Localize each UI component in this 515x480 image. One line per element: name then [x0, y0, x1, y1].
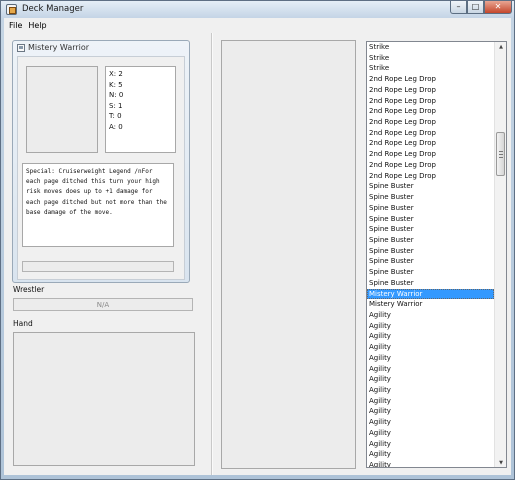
list-item[interactable]: 2nd Rope Leg Drop	[367, 128, 494, 139]
vertical-scrollbar[interactable]: ▲ ▼	[494, 42, 506, 467]
list-item[interactable]: Strike	[367, 63, 494, 74]
list-item[interactable]: Spine Buster	[367, 256, 494, 267]
list-item[interactable]: 2nd Rope Leg Drop	[367, 160, 494, 171]
wrestler-field: N/A	[13, 298, 193, 311]
main-content: Mistery Warrior X: 2 K: 5 N: 0 S: 1 T: 0 A: 0…	[4, 33, 511, 475]
thumb-grip-line	[499, 151, 503, 152]
list-item[interactable]: Agility	[367, 342, 494, 353]
deck-list[interactable]: Strike Strike Strike 2nd Rope Leg Drop 2nd R…	[366, 41, 507, 468]
list-item[interactable]: Spine Buster	[367, 214, 494, 225]
list-item[interactable]: Strike	[367, 42, 494, 53]
list-item[interactable]: Strike	[367, 53, 494, 64]
maximize-button[interactable]: □	[467, 1, 484, 14]
list-item[interactable]: Spine Buster	[367, 246, 494, 257]
list-item[interactable]: Agility	[367, 374, 494, 385]
list-item[interactable]: Agility	[367, 406, 494, 417]
list-item[interactable]: Spine Buster	[367, 192, 494, 203]
card-panel: X: 2 K: 5 N: 0 S: 1 T: 0 A: 0 Special: Cruise…	[17, 56, 185, 280]
wrestler-label: Wrestler	[13, 285, 45, 294]
list-item[interactable]: Spine Buster	[367, 203, 494, 214]
list-item[interactable]: 2nd Rope Leg Drop	[367, 85, 494, 96]
list-item[interactable]: Agility	[367, 428, 494, 439]
list-item[interactable]: Agility	[367, 321, 494, 332]
split-divider-highlight	[212, 33, 213, 475]
stat-line: N: 0	[109, 91, 124, 100]
title-bar[interactable]: Deck Manager – □ ✕	[1, 1, 514, 18]
list-item[interactable]: 2nd Rope Leg Drop	[367, 117, 494, 128]
stat-line: T: 0	[109, 112, 122, 121]
list-item[interactable]: Agility	[367, 331, 494, 342]
card-image	[26, 66, 98, 153]
hand-label: Hand	[13, 319, 33, 328]
card-status-bar	[22, 261, 174, 272]
card-title: Mistery Warrior	[28, 43, 90, 52]
stat-line: K: 5	[109, 80, 123, 89]
deck-manager-window: Deck Manager – □ ✕ File Help Mistery War…	[0, 0, 515, 480]
hand-panel[interactable]	[13, 332, 195, 466]
list-item[interactable]: Spine Buster	[367, 235, 494, 246]
frame-icon	[17, 44, 25, 52]
list-item[interactable]: Mistery Warrior	[367, 288, 494, 300]
list-item[interactable]: Agility	[367, 310, 494, 321]
stat-line: A: 0	[109, 122, 123, 131]
window-title: Deck Manager	[22, 4, 84, 14]
list-item[interactable]: Agility	[367, 460, 494, 467]
middle-panel[interactable]	[221, 40, 356, 469]
scroll-thumb[interactable]	[496, 132, 505, 176]
list-item[interactable]: Agility	[367, 439, 494, 450]
scroll-down-arrow-icon[interactable]: ▼	[495, 458, 506, 467]
minimize-button[interactable]: –	[450, 1, 467, 14]
list-item[interactable]: Agility	[367, 396, 494, 407]
list-item[interactable]: 2nd Rope Leg Drop	[367, 106, 494, 117]
thumb-grip-line	[499, 154, 503, 155]
card-stats: X: 2 K: 5 N: 0 S: 1 T: 0 A: 0	[105, 66, 176, 153]
list-item[interactable]: Agility	[367, 449, 494, 460]
list-item[interactable]: 2nd Rope Leg Drop	[367, 138, 494, 149]
scroll-up-arrow-icon[interactable]: ▲	[495, 42, 506, 51]
menu-help[interactable]: Help	[25, 21, 49, 30]
menu-file[interactable]: File	[6, 21, 25, 30]
list-item[interactable]: Agility	[367, 364, 494, 375]
list-item[interactable]: Spine Buster	[367, 267, 494, 278]
stat-line: X: 2	[109, 70, 123, 78]
list-item[interactable]: Mistery Warrior	[367, 299, 494, 310]
card-special-text: Special: Cruiserweight Legend /nFor each…	[22, 163, 174, 247]
menu-bar: File Help	[4, 18, 511, 33]
list-item[interactable]: 2nd Rope Leg Drop	[367, 74, 494, 85]
thumb-grip-line	[499, 157, 503, 158]
card-internal-frame: Mistery Warrior X: 2 K: 5 N: 0 S: 1 T: 0 A: 0…	[12, 40, 190, 283]
list-item[interactable]: Spine Buster	[367, 181, 494, 192]
list-item[interactable]: Agility	[367, 385, 494, 396]
stat-line: S: 1	[109, 101, 123, 110]
java-app-icon	[6, 4, 17, 15]
list-item[interactable]: 2nd Rope Leg Drop	[367, 171, 494, 182]
list-item[interactable]: Agility	[367, 417, 494, 428]
list-item[interactable]: Spine Buster	[367, 224, 494, 235]
close-button[interactable]: ✕	[484, 1, 512, 14]
list-item[interactable]: Agility	[367, 353, 494, 364]
list-item[interactable]: Spine Buster	[367, 278, 494, 289]
list-item[interactable]: 2nd Rope Leg Drop	[367, 96, 494, 107]
list-item[interactable]: 2nd Rope Leg Drop	[367, 149, 494, 160]
deck-list-items: Strike Strike Strike 2nd Rope Leg Drop 2nd R…	[367, 42, 494, 467]
